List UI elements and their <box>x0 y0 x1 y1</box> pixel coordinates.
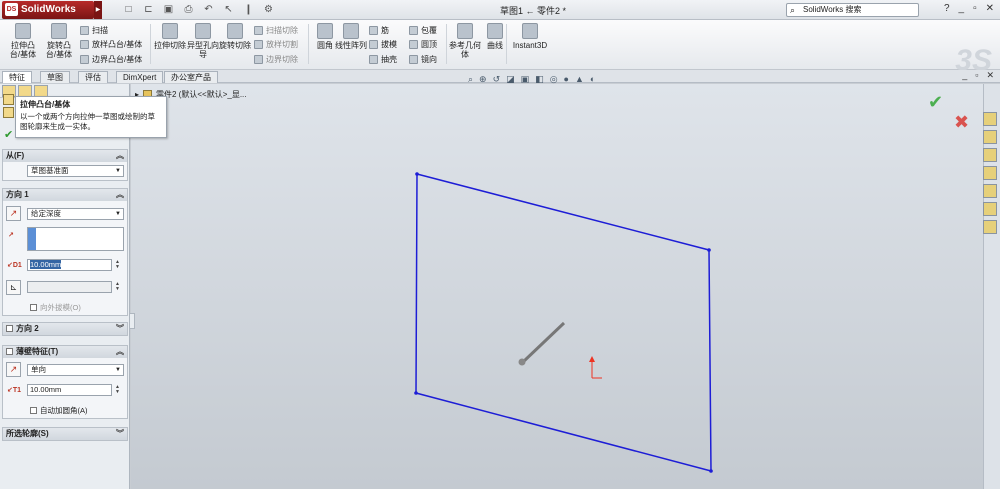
thin-reverse-button[interactable]: ↗ <box>6 362 21 377</box>
collapse-icon[interactable]: ︽ <box>116 150 124 162</box>
extrude-handle-knob[interactable] <box>518 358 526 366</box>
checkbox-box <box>30 407 37 414</box>
from-group-header[interactable]: 从(F) ︽ <box>3 150 127 162</box>
command-tooltip: 拉伸凸台/基体 以一个或两个方向拉伸一草图或绘制的草图轮廓来生成一实体。 <box>15 96 167 138</box>
thin-type-value: 单向 <box>31 365 46 374</box>
thin-type-select[interactable]: 单向 ▼ <box>27 364 124 376</box>
end-condition-value: 给定深度 <box>31 209 61 218</box>
collapse-icon[interactable]: ︽ <box>116 346 124 358</box>
appearances-icon[interactable] <box>983 202 997 216</box>
reverse-direction-button[interactable]: ↗ <box>6 206 21 221</box>
end-condition-select[interactable]: 给定深度 ▼ <box>27 208 124 220</box>
draft-outward-checkbox[interactable]: 向外拔模(O) <box>30 302 81 313</box>
cancel-x-icon[interactable]: ✖ <box>954 112 969 133</box>
depth-input[interactable]: 10.00mm <box>27 259 112 271</box>
dropdown-arrow-icon: ▼ <box>115 168 121 174</box>
direction-selection-box[interactable] <box>27 227 124 251</box>
selection-highlight <box>28 228 36 250</box>
selected-contours-title: 所选轮廓(S) <box>6 429 49 438</box>
direction1-group: 方向 1 ︽ ↗ 给定深度 ▼ ↗ ↙D1 10.00mm ▲ ▼ ⊾ ▲ ▼ 向外… <box>2 188 128 316</box>
selected-contours-group: 所选轮廓(S) ︾ <box>2 427 128 441</box>
direction1-header[interactable]: 方向 1 ︽ <box>3 189 127 201</box>
draft-outward-label: 向外拔模(O) <box>40 303 81 312</box>
dropdown-arrow-icon: ▼ <box>115 367 121 373</box>
sketch-point[interactable] <box>709 469 713 473</box>
sketch-point[interactable] <box>707 248 711 252</box>
d1-label: D1 <box>12 262 22 269</box>
direction2-header[interactable]: 方向 2 ︾ <box>3 323 127 335</box>
direction2-title: 方向 2 <box>16 324 39 333</box>
origin-icon <box>589 356 602 379</box>
thickness-input[interactable]: 10.00mm <box>27 384 112 396</box>
depth-spinner[interactable]: ▲ ▼ <box>115 260 120 270</box>
draft-angle-spinner[interactable]: ▲ ▼ <box>115 282 120 292</box>
confirm-ok-icon[interactable]: ✔ <box>928 92 943 113</box>
expand-icon[interactable]: ︾ <box>116 428 124 440</box>
depth-value: 10.00mm <box>30 260 62 269</box>
resources-icon[interactable] <box>983 112 997 126</box>
direction2-group: 方向 2 ︾ <box>2 322 128 336</box>
sketch-point[interactable] <box>414 391 418 395</box>
task-pane-icons <box>983 112 1000 234</box>
thickness-value: 10.00mm <box>30 385 62 394</box>
search-results-icon[interactable] <box>983 166 997 180</box>
collapse-icon[interactable]: ︽ <box>116 189 124 201</box>
view-palette-icon[interactable] <box>983 184 997 198</box>
from-group-title: 从(F) <box>6 151 25 160</box>
auto-fillet-label: 自动加圆角(A) <box>40 406 88 415</box>
tooltip-title: 拉伸凸台/基体 <box>20 100 71 109</box>
file-explorer-icon[interactable] <box>983 148 997 162</box>
sketch-viewport <box>414 172 713 473</box>
pm-header-icons <box>3 94 14 118</box>
extrude-feature-icon <box>3 94 14 105</box>
thin-feature-group: 薄壁特征(T) ︽ ↗ 单向 ▼ ↙T1 10.00mm ▲ ▼ 自动加圆角(A) <box>2 345 128 419</box>
depth-icon: ↙D1 <box>7 262 22 269</box>
thin-feature-header[interactable]: 薄壁特征(T) ︽ <box>3 346 127 358</box>
panel-collapse-handle[interactable] <box>129 313 135 329</box>
pm-secondary-icon <box>3 107 14 118</box>
from-select-value: 草图基准面 <box>31 166 69 175</box>
extrude-direction-handle[interactable] <box>521 321 566 364</box>
auto-fillet-checkbox[interactable]: 自动加圆角(A) <box>30 405 88 416</box>
from-group: 从(F) ︽ 草图基准面 ▼ <box>2 149 128 181</box>
direction-vector-icon: ↗ <box>8 232 14 239</box>
thickness-icon: ↙T1 <box>7 387 22 394</box>
direction2-checkbox[interactable] <box>6 325 13 332</box>
tooltip-body: 以一个或两个方向拉伸一草图或绘制的草图轮廓来生成一实体。 <box>20 112 155 131</box>
thickness-spinner[interactable]: ▲ ▼ <box>115 385 120 395</box>
checkbox-box <box>30 304 37 311</box>
thin-feature-checkbox[interactable] <box>6 348 13 355</box>
selected-contours-header[interactable]: 所选轮廓(S) ︾ <box>3 428 127 440</box>
design-library-icon[interactable] <box>983 130 997 144</box>
from-select[interactable]: 草图基准面 ▼ <box>27 165 124 177</box>
draft-angle-input[interactable] <box>27 281 112 293</box>
t1-label: T1 <box>12 387 22 394</box>
draft-toggle-button[interactable]: ⊾ <box>6 280 21 295</box>
custom-properties-icon[interactable] <box>983 220 997 234</box>
sketch-point[interactable] <box>415 172 419 176</box>
thin-feature-title: 薄壁特征(T) <box>16 347 59 356</box>
dropdown-arrow-icon: ▼ <box>115 211 121 217</box>
expand-icon[interactable]: ︾ <box>116 323 124 335</box>
direction1-title: 方向 1 <box>6 190 29 199</box>
pm-ok-icon[interactable]: ✔ <box>4 128 13 141</box>
